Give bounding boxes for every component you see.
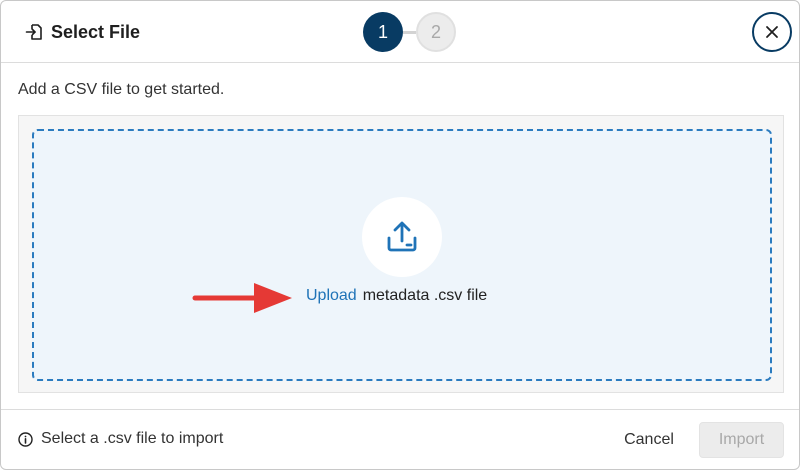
upload-description: metadata .csv file — [362, 287, 488, 304]
upload-icon-circle[interactable] — [362, 197, 442, 277]
info-icon — [18, 431, 33, 447]
instruction-text: Add a CSV file to get started. — [18, 81, 225, 98]
cancel-button[interactable]: Cancel — [611, 422, 687, 458]
upload-link[interactable]: Upload — [306, 287, 357, 304]
select-file-dialog: Select File 1 2 Add a CSV file to get st… — [0, 0, 800, 470]
close-icon — [766, 26, 778, 38]
dialog-footer: Select a .csv file to import Cancel Impo… — [1, 409, 799, 469]
import-button[interactable]: Import — [699, 422, 784, 458]
file-import-icon — [25, 23, 43, 41]
dialog-header: Select File 1 2 — [1, 1, 799, 63]
step-connector — [403, 30, 416, 34]
footer-hint: Select a .csv file to import — [18, 430, 223, 448]
step-2: 2 — [416, 12, 456, 52]
footer-hint-text: Select a .csv file to import — [41, 430, 224, 447]
step-indicator: 1 2 — [363, 12, 456, 52]
step-1: 1 — [363, 12, 403, 52]
close-button[interactable] — [752, 12, 792, 52]
dialog-title-group: Select File — [25, 19, 140, 45]
upload-icon — [387, 221, 417, 252]
red-arrow-icon — [192, 283, 292, 313]
upload-prompt: Upload metadata .csv file — [306, 287, 487, 305]
dialog-title: Select File — [51, 21, 141, 42]
file-drop-zone[interactable]: Upload metadata .csv file — [32, 129, 772, 381]
drop-area-container: Upload metadata .csv file — [18, 115, 784, 393]
